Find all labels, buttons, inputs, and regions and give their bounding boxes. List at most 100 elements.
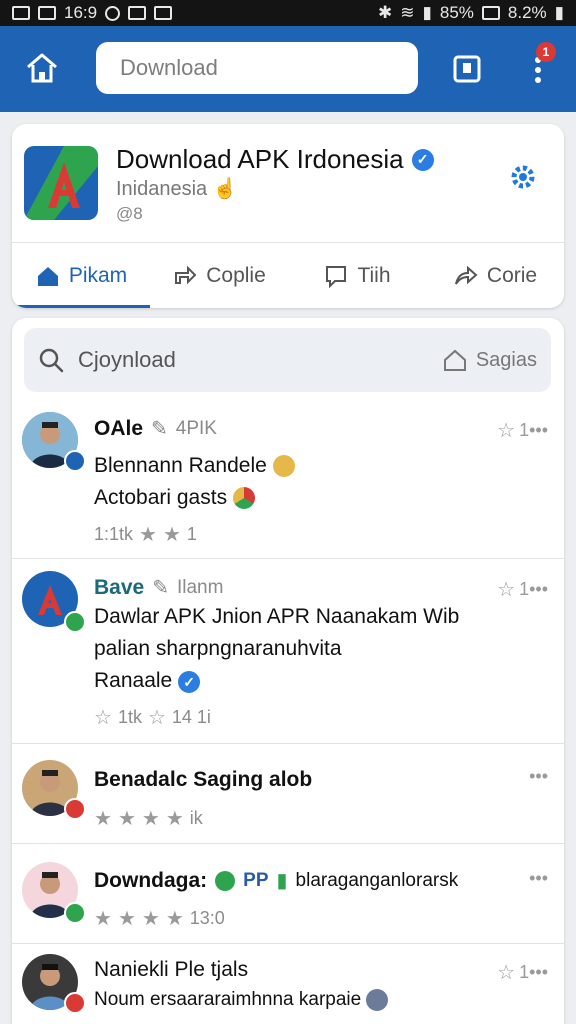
app-logo: [24, 146, 98, 220]
post-author[interactable]: Benadalc Saging alob: [94, 768, 312, 792]
star-icon[interactable]: ★: [166, 906, 184, 931]
share-icon: [175, 265, 197, 284]
post-stat-count: 1: [186, 524, 197, 544]
star-icon[interactable]: ★: [163, 522, 181, 547]
tab-label: Corie: [486, 263, 538, 287]
status-bar: 16:9 ✱ ≋ ▮ 85% 8.2% ▮: [0, 0, 576, 26]
gear-icon[interactable]: [508, 162, 538, 192]
post-header: Naniekli Ple tjals: [94, 958, 248, 982]
gallery-icon: [12, 6, 30, 20]
post-author[interactable]: Bave: [94, 576, 144, 600]
post-more-text: 1•••: [519, 579, 548, 599]
post-line: Noum ersaararaimhnna karpaie: [94, 989, 362, 1010]
star-icon: ☆: [497, 420, 516, 442]
post-stats: ★ ★ ★ ★ 13:0: [94, 906, 225, 931]
search-icon: [39, 348, 64, 373]
star-icon[interactable]: ☆: [94, 705, 112, 730]
post-more[interactable]: ☆ 1•••: [497, 577, 548, 602]
list-item[interactable]: Benadalc Saging alob ••• ★ ★ ★ ★ ik: [12, 744, 564, 844]
profile-subtitle-text: Inidanesia: [116, 178, 208, 200]
forward-icon: [454, 265, 478, 285]
post-line: Dawlar APK Jnion APR Naanakam Wib: [94, 605, 460, 628]
list-item[interactable]: OAle ✎ 4PIK ☆ 1••• Blennann Randele Acto…: [12, 404, 564, 559]
search-input[interactable]: [120, 55, 408, 81]
post-author[interactable]: Naniekli Ple tjals: [94, 958, 248, 982]
avatar-badge: [64, 450, 86, 472]
pin-icon: ▮: [276, 870, 288, 892]
wifi-icon: ≋: [400, 3, 415, 22]
post-handle: 4PIK: [175, 417, 217, 439]
tabs-icon[interactable]: [452, 54, 482, 84]
star-icon[interactable]: ★: [139, 522, 157, 547]
emoji-icon: [272, 455, 295, 478]
post-author[interactable]: OAle: [94, 417, 143, 441]
post-more-text: •••: [529, 868, 548, 888]
star-icon[interactable]: ★: [142, 806, 160, 831]
avatar-badge: [64, 902, 86, 924]
home-icon: [37, 266, 58, 286]
post-stat-count: ik: [189, 808, 203, 828]
post-more[interactable]: ☆ 1•••: [497, 960, 548, 985]
profile-meta: @8: [116, 204, 143, 223]
tab-home[interactable]: Pikam: [12, 243, 150, 308]
tab-comment[interactable]: Tiih: [288, 243, 426, 308]
list-item[interactable]: Naniekli Ple tjals ☆ 1••• Noum ersaarara…: [12, 944, 564, 1024]
post-more-text: 1•••: [519, 962, 548, 982]
feed-card: Cjoynload Sagias OAle ✎ 4PIK ☆ 1••• Blen…: [12, 318, 564, 1024]
star-icon: ☆: [497, 579, 516, 601]
star-icon[interactable]: ★: [94, 906, 112, 931]
star-icon[interactable]: ★: [166, 806, 184, 831]
verified-icon: ✓: [178, 671, 201, 693]
emoji-icon: [215, 870, 236, 891]
post-author[interactable]: Downdaga:: [94, 869, 207, 893]
list-item[interactable]: Downdaga: PP ▮ blaraganganlorarsk ••• ★ …: [12, 844, 564, 944]
signal-percent: 8.2%: [507, 3, 547, 22]
post-more[interactable]: ☆ 1•••: [497, 418, 548, 443]
comment-icon: [326, 265, 347, 288]
post-header: Bave ✎ Ilanm: [94, 575, 223, 600]
thumbs-icon: ☝: [212, 178, 238, 200]
signal-icon: ▮: [422, 3, 432, 22]
star-icon[interactable]: ★: [142, 906, 160, 931]
post-handle: PP: [243, 869, 269, 891]
post-body: Blennann Randele Actobari gasts: [94, 450, 295, 514]
star-icon[interactable]: ★: [118, 806, 136, 831]
feed-search-bar[interactable]: Cjoynload Sagias: [24, 328, 551, 392]
post-stat-count: 14 1i: [171, 707, 211, 727]
post-more-text: 1•••: [519, 420, 548, 440]
tab-label: Coplie: [206, 263, 266, 287]
search-bar[interactable]: [96, 42, 418, 94]
notification-badge: 1: [536, 42, 556, 62]
app-icon: [154, 6, 173, 20]
tab-share[interactable]: Coplie: [150, 243, 288, 308]
post-line: palian sharpngnaranuhvita: [94, 637, 342, 660]
post-stats: ★ ★ ★ ★ ik: [94, 806, 203, 831]
home-outline-icon: [443, 349, 466, 371]
emoji-icon: [232, 487, 255, 510]
list-item[interactable]: Bave ✎ Ilanm ☆ 1••• Dawlar APK Jnion APR…: [12, 559, 564, 744]
post-body: Dawlar APK Jnion APR Naanakam Wib palian…: [94, 601, 459, 697]
emoji-icon: [366, 988, 389, 1011]
home-icon[interactable]: [24, 50, 60, 86]
post-stat-count: 13:0: [189, 908, 225, 928]
feed-search-action[interactable]: Sagias: [442, 347, 537, 373]
notification-icon: [105, 5, 121, 21]
pin-icon: ✎: [152, 577, 169, 599]
star-icon[interactable]: ★: [94, 806, 112, 831]
star-icon[interactable]: ★: [118, 906, 136, 931]
post-more-text: •••: [529, 766, 548, 786]
battery-icon: [481, 6, 500, 20]
avatar-badge: [64, 798, 86, 820]
post-stat: 1tk: [117, 707, 142, 727]
pin-icon: ✎: [151, 418, 168, 440]
post-header: OAle ✎ 4PIK: [94, 416, 217, 441]
post-more[interactable]: •••: [529, 868, 548, 889]
post-line: Blennann Randele: [94, 454, 267, 477]
star-icon[interactable]: ☆: [148, 705, 166, 730]
status-time: 16:9: [64, 3, 98, 22]
post-stats: ☆ 1tk ☆ 14 1i: [94, 705, 211, 730]
tab-forward[interactable]: Corie: [426, 243, 564, 308]
feed-search-text: Cjoynload: [78, 347, 176, 372]
post-stats: 1:1tk ★ ★ 1: [94, 522, 197, 547]
post-more[interactable]: •••: [529, 766, 548, 787]
